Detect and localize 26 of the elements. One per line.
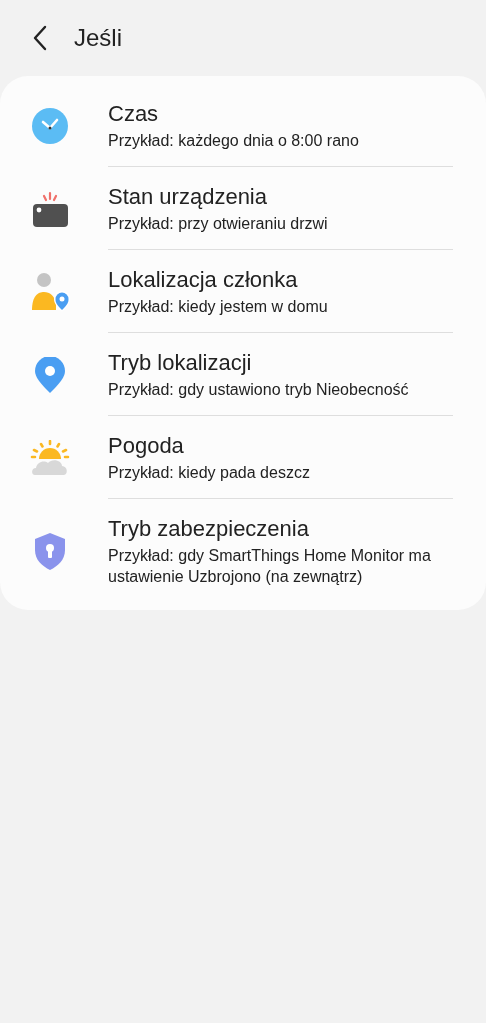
condition-example: Przykład: każdego dnia o 8:00 rano [108, 131, 360, 151]
condition-title: Tryb zabezpieczenia [108, 515, 310, 543]
condition-title: Stan urządzenia [108, 183, 268, 211]
location-pin-icon [35, 356, 65, 393]
clock-icon [32, 107, 68, 144]
sun-cloud-icon [30, 439, 70, 476]
condition-item[interactable]: Stan urządzenia Przykład: przy otwieraniu drzwi [0, 167, 486, 250]
condition-title: Czas [108, 100, 160, 128]
condition-example: Przykład: przy otwieraniu drzwi [108, 214, 329, 234]
condition-title: Lokalizacja członka [108, 266, 299, 294]
person-location-icon [30, 271, 70, 312]
condition-item[interactable]: Tryb lokalizacji Przykład: gdy ustawiono tryb Nieobecność [0, 333, 486, 416]
condition-example: Przykład: gdy ustawiono tryb Nieobecność [108, 380, 410, 400]
condition-item[interactable]: Lokalizacja członka Przykład: kiedy jestem w domu [0, 250, 486, 333]
condition-example: Przykład: kiedy pada deszcz [108, 463, 311, 483]
condition-item[interactable]: Tryb zabezpieczenia Przykład: gdy SmartThings Home Monitor ma ustawienie Uzbrojono (na zewnątrz) [0, 499, 486, 602]
condition-item[interactable]: Pogoda Przykład: kiedy pada deszcz [0, 416, 486, 499]
condition-title: Pogoda [108, 432, 185, 460]
device-icon [32, 190, 68, 227]
condition-title: Tryb lokalizacji [108, 349, 253, 377]
condition-example: Przykład: gdy SmartThings Home Monitor ma ustawienie Uzbrojono (na zewnątrz) [108, 546, 432, 587]
shield-lock-icon [34, 531, 66, 570]
back-button[interactable] [32, 25, 48, 51]
page-title: Jeśli [74, 24, 122, 52]
condition-item[interactable]: Czas Przykład: każdego dnia o 8:00 rano [0, 84, 486, 167]
condition-example: Przykład: kiedy jestem w domu [108, 297, 329, 317]
